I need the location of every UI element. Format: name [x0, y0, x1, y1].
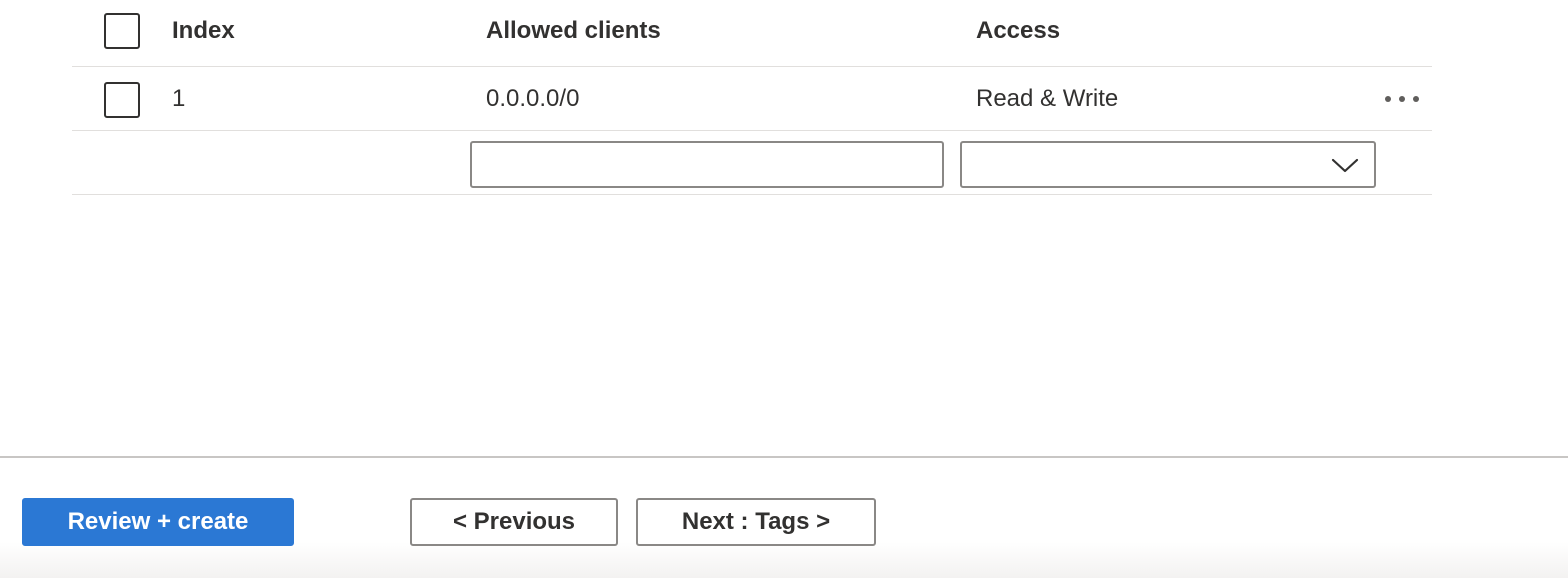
row-select-checkbox[interactable]: [104, 82, 140, 118]
access-dropdown[interactable]: [960, 141, 1376, 188]
allowed-clients-grid: Index Allowed clients Access 1 0.0.0.0/0…: [72, 0, 1432, 195]
select-all-checkbox[interactable]: [104, 13, 140, 49]
header-allowed-clients[interactable]: Allowed clients: [486, 16, 661, 46]
table-row: 1 0.0.0.0/0 Read & Write: [72, 67, 1432, 131]
more-options-dot: [1385, 96, 1391, 102]
row-index: 1: [172, 85, 186, 112]
page: Index Allowed clients Access 1 0.0.0.0/0…: [0, 0, 1568, 578]
new-entry-row: [72, 131, 1432, 195]
more-options-icon[interactable]: [1382, 85, 1422, 113]
next-tags-button[interactable]: Next : Tags >: [636, 498, 876, 546]
more-options-dot: [1399, 96, 1405, 102]
previous-button[interactable]: < Previous: [410, 498, 618, 546]
allowed-clients-input[interactable]: [470, 141, 944, 188]
row-allowed-clients: 0.0.0.0/0: [486, 85, 580, 112]
header-index[interactable]: Index: [172, 16, 235, 46]
review-create-button[interactable]: Review + create: [22, 498, 294, 546]
wizard-footer: Review + create < Previous Next : Tags >: [0, 456, 1568, 578]
row-access: Read & Write: [976, 85, 1119, 112]
table-header-row: Index Allowed clients Access: [72, 0, 1432, 67]
chevron-down-icon: [1331, 158, 1359, 173]
more-options-dot: [1413, 96, 1419, 102]
header-access[interactable]: Access: [976, 16, 1060, 46]
